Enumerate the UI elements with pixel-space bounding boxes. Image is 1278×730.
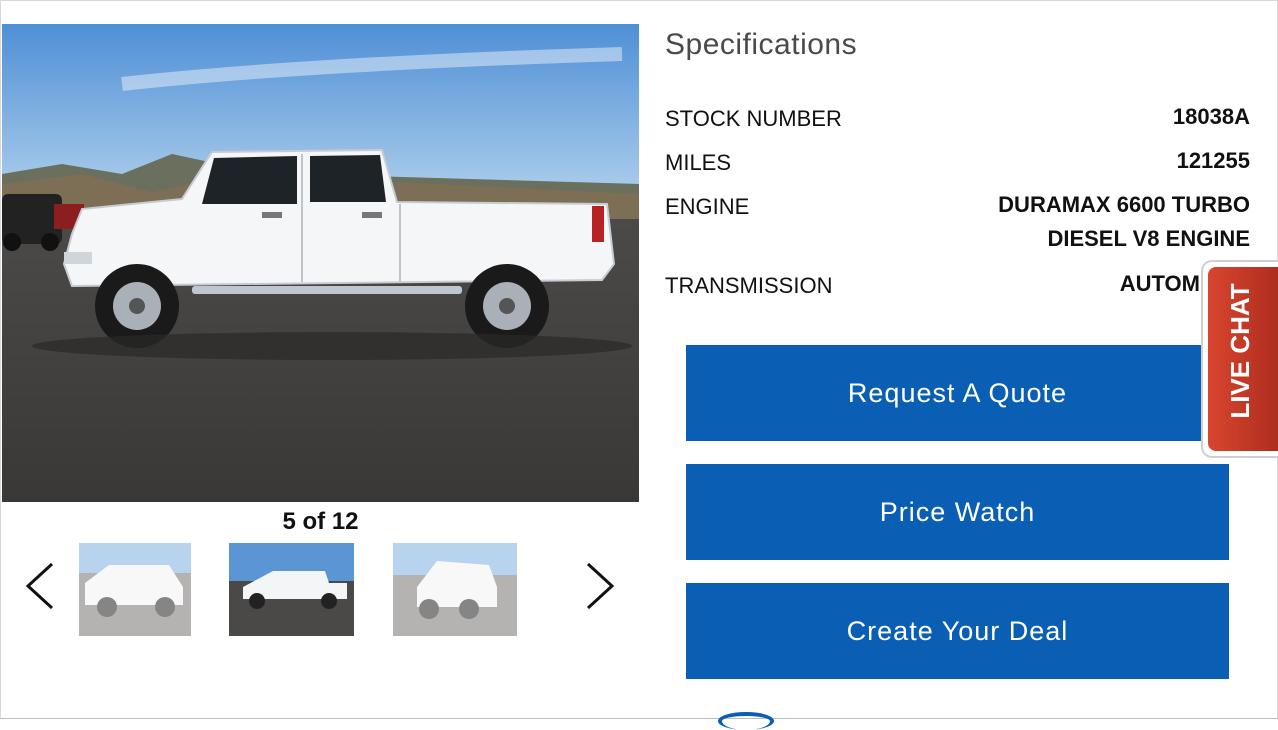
main-vehicle-photo[interactable]: [2, 24, 639, 502]
thumbnail-5-selected[interactable]: [229, 543, 354, 636]
next-photo-button[interactable]: [580, 560, 620, 612]
spec-label: TRANSMISSION: [665, 273, 833, 298]
spec-label: STOCK NUMBER: [665, 106, 842, 131]
partial-icon: [718, 712, 774, 730]
price-watch-button[interactable]: Price Watch: [686, 464, 1229, 560]
create-your-deal-button[interactable]: Create Your Deal: [686, 583, 1229, 679]
spec-value: 18038A: [1172, 104, 1250, 129]
request-quote-button[interactable]: Request A Quote: [686, 345, 1229, 441]
chevron-left-icon: [25, 562, 54, 610]
chevron-right-icon: [586, 562, 615, 610]
spec-label: ENGINE: [665, 194, 750, 219]
thumbnail-6[interactable]: [393, 543, 517, 636]
photo-counter: 5 of 12: [282, 508, 359, 535]
spec-value: DURAMAX 6600 TURBO DIESEL V8 ENGINE: [998, 192, 1250, 251]
specifications-heading: Specifications: [665, 28, 858, 61]
thumbnail-4[interactable]: [79, 543, 191, 636]
previous-photo-button[interactable]: [20, 560, 60, 612]
spec-label: MILES: [665, 150, 732, 175]
spec-value: 121255: [1176, 148, 1250, 173]
spec-value: AUTOM: [1119, 271, 1200, 296]
live-chat-label: LIVE CHAT: [1225, 283, 1255, 418]
live-chat-tab[interactable]: LIVE CHAT: [1200, 259, 1278, 459]
